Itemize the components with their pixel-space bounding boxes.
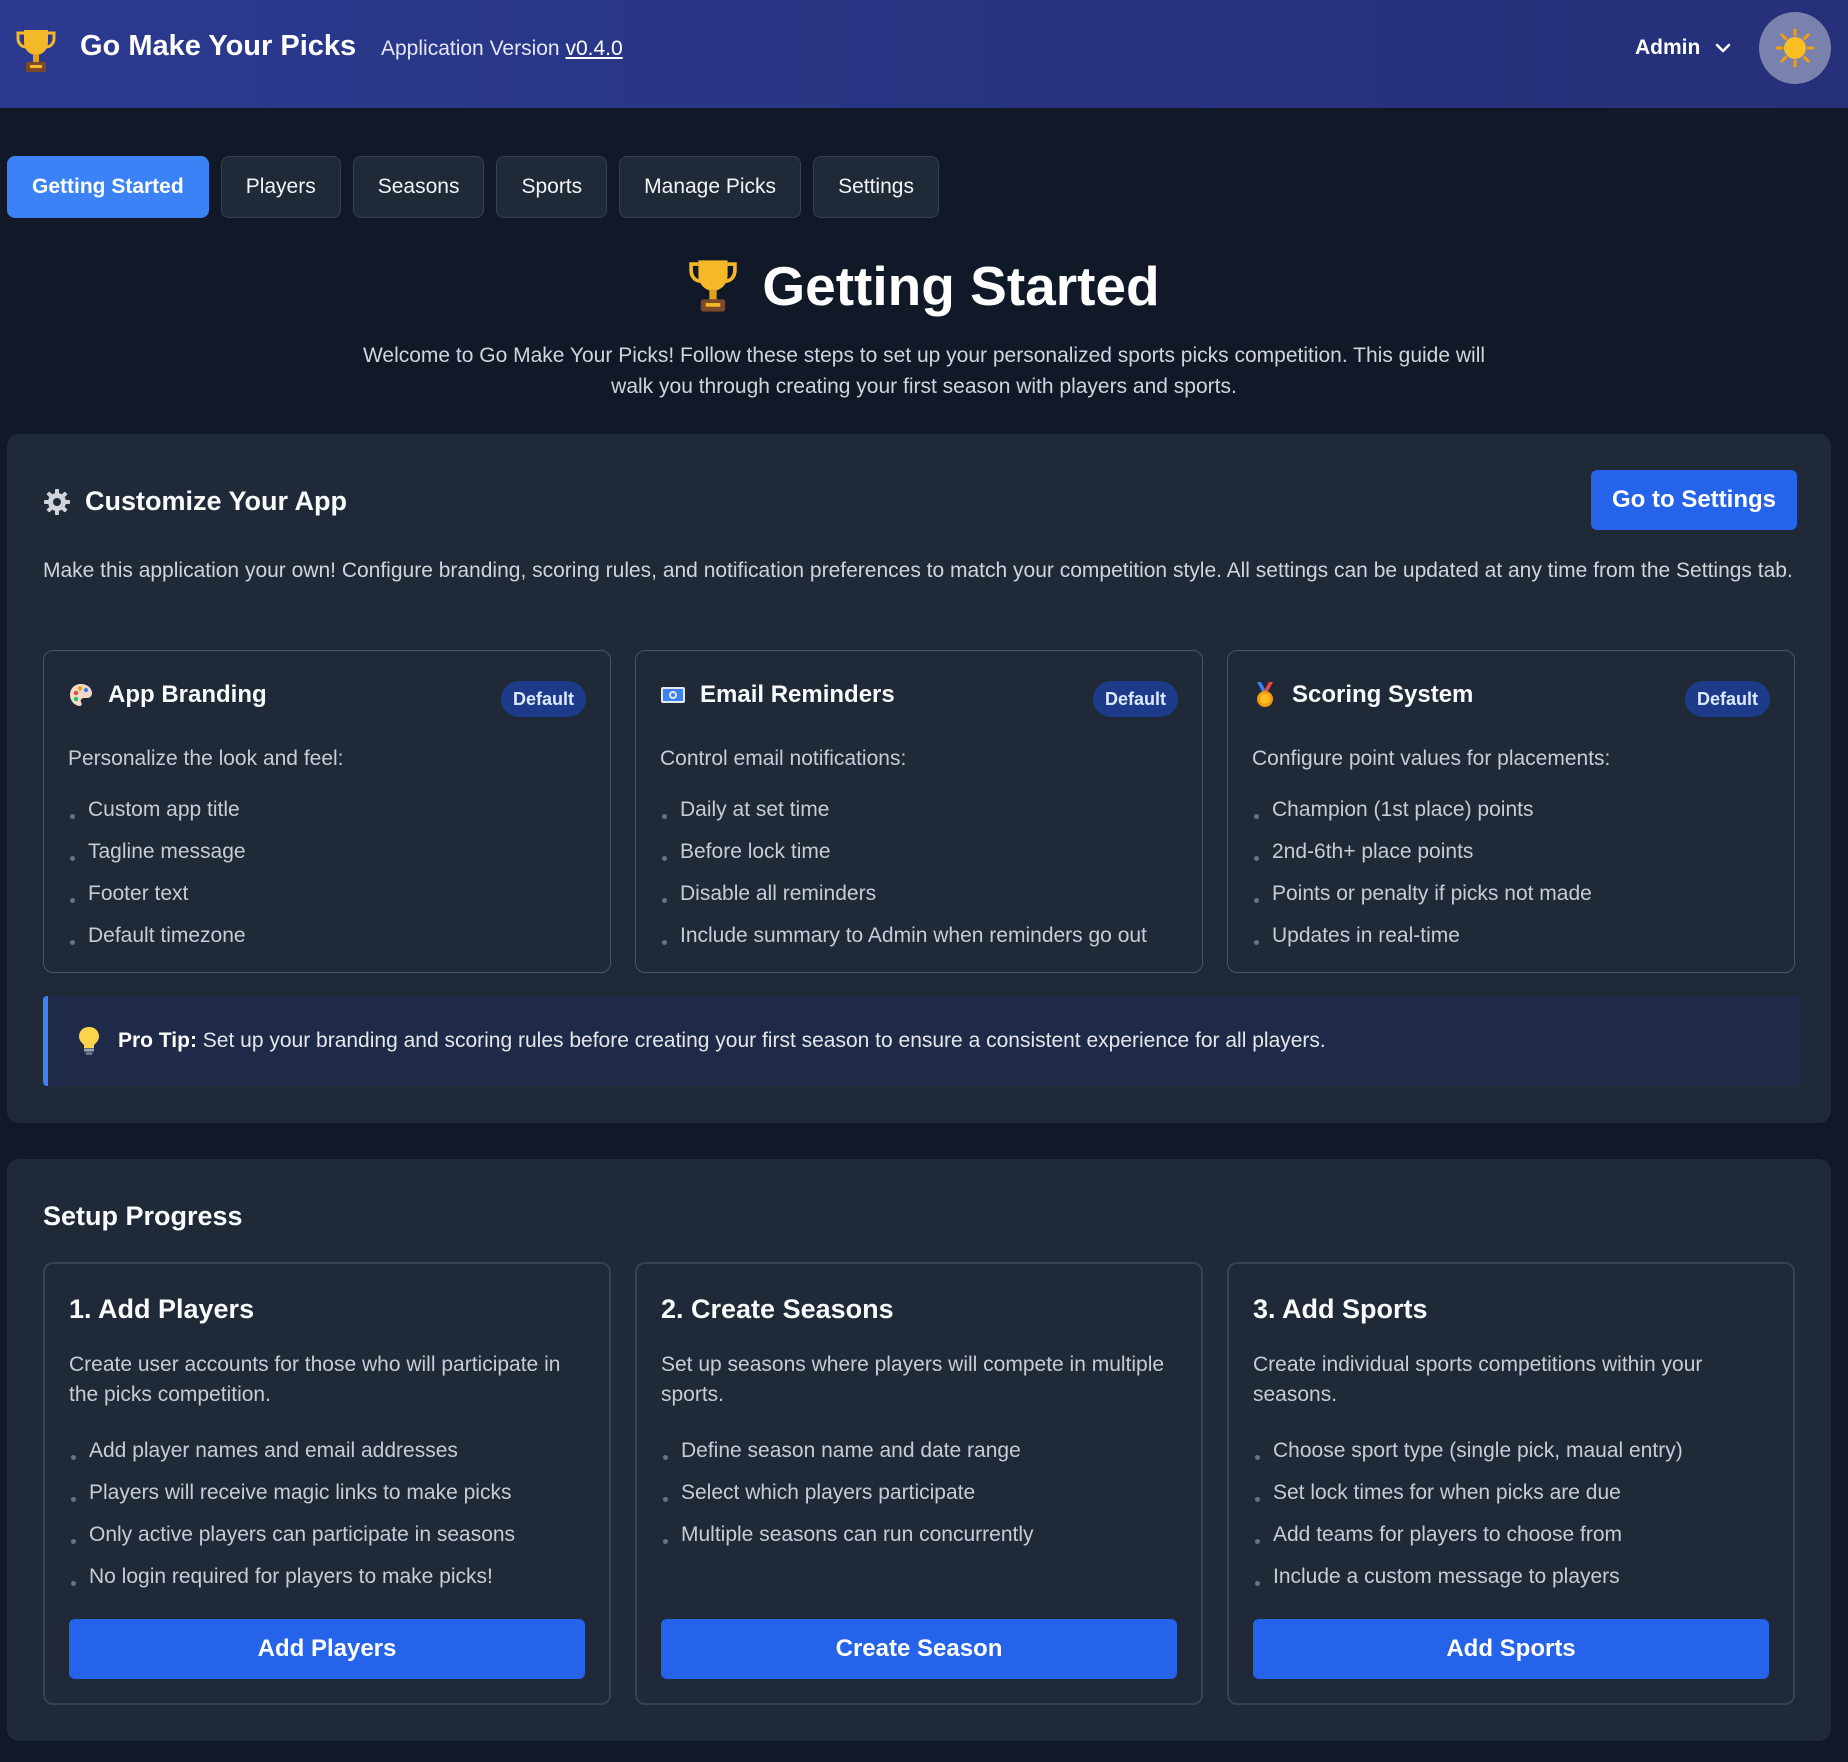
status-badge: Default [500, 681, 586, 717]
top-navigation-bar: Go Make Your Picks Application Version v… [0, 0, 1848, 108]
pro-tip-text: Pro Tip: Set up your branding and scorin… [118, 1029, 1326, 1053]
list-item: Disable all reminders [660, 873, 1147, 915]
step-add-players-card: 1. Add Players Create user accounts for … [43, 1262, 611, 1705]
list-item: Players will receive magic links to make… [69, 1472, 515, 1514]
step-add-sports-card: 3. Add Sports Create individual sports c… [1227, 1262, 1795, 1705]
card-lead: Configure point values for placements: [1252, 747, 1611, 770]
list-item: Points or penalty if picks not made [1252, 873, 1592, 915]
scoring-system-card: Scoring System Default Configure point v… [1227, 650, 1795, 973]
pro-tip-body: Set up your branding and scoring rules b… [202, 1029, 1326, 1052]
gear-icon [44, 488, 70, 515]
palette-icon [70, 684, 92, 706]
list-item: Only active players can participate in s… [69, 1514, 515, 1556]
step-title: 2. Create Seasons [661, 1294, 894, 1324]
tab-manage-picks[interactable]: Manage Picks [619, 156, 802, 218]
list-item: Daily at set time [660, 789, 1147, 831]
customize-app-panel: Customize Your App Go to Settings Make t… [7, 434, 1831, 1123]
feature-list: Custom app title Tagline message Footer … [68, 789, 246, 957]
card-title-text: App Branding [108, 681, 267, 708]
app-branding-card: App Branding Default Personalize the loo… [43, 650, 611, 973]
medal-icon [1257, 682, 1273, 707]
list-item: Tagline message [68, 831, 246, 873]
status-badge: Default [1684, 681, 1770, 717]
setup-progress-title: Setup Progress [43, 1201, 243, 1231]
card-title-text: Email Reminders [700, 681, 895, 708]
trophy-icon [689, 260, 738, 312]
list-item: Select which players participate [661, 1472, 1034, 1514]
pro-tip-label: Pro Tip: [118, 1029, 197, 1052]
card-title: Email Reminders [660, 681, 895, 709]
list-item: Include summary to Admin when reminders … [660, 915, 1147, 957]
page-heading: Getting Started [0, 254, 1848, 318]
email-icon [661, 687, 685, 703]
step-list: Define season name and date range Select… [661, 1430, 1034, 1556]
user-menu[interactable]: Admin [1635, 36, 1732, 60]
step-create-seasons-card: 2. Create Seasons Set up seasons where p… [635, 1262, 1203, 1705]
list-item: Set lock times for when picks are due [1253, 1472, 1683, 1514]
app-version: Application Version v0.4.0 [381, 37, 623, 61]
customize-title: Customize Your App [43, 486, 347, 517]
list-item: Add teams for players to choose from [1253, 1514, 1683, 1556]
customize-description: Make this application your own! Configur… [43, 559, 1793, 582]
app-title: Go Make Your Picks [80, 30, 357, 62]
step-list: Add player names and email addresses Pla… [69, 1430, 515, 1598]
customize-title-text: Customize Your App [85, 486, 348, 516]
step-title: 3. Add Sports [1253, 1294, 1428, 1324]
theme-toggle-button[interactable] [1759, 12, 1831, 84]
tab-sports[interactable]: Sports [496, 156, 608, 218]
setup-progress-panel: Setup Progress 1. Add Players Create use… [7, 1159, 1831, 1741]
list-item: Choose sport type (single pick, maual en… [1253, 1430, 1683, 1472]
feature-list: Champion (1st place) points 2nd-6th+ pla… [1252, 789, 1592, 957]
list-item: Define season name and date range [661, 1430, 1034, 1472]
page-intro: Welcome to Go Make Your Picks! Follow th… [362, 344, 1486, 398]
step-description: Set up seasons where players will compet… [661, 1353, 1165, 1406]
list-item: Custom app title [68, 789, 246, 831]
lightbulb-icon [79, 1027, 99, 1055]
sun-icon [1775, 28, 1815, 68]
card-title-text: Scoring System [1292, 681, 1474, 708]
list-item: Footer text [68, 873, 246, 915]
list-item: Updates in real-time [1252, 915, 1592, 957]
add-players-button[interactable]: Add Players [69, 1619, 585, 1679]
page-title: Getting Started [762, 255, 1160, 317]
card-lead: Personalize the look and feel: [68, 747, 344, 770]
email-reminders-card: Email Reminders Default Control email no… [635, 650, 1203, 973]
list-item: Default timezone [68, 915, 246, 957]
card-title: App Branding [68, 681, 267, 709]
chevron-down-icon [1716, 43, 1731, 53]
go-to-settings-button[interactable]: Go to Settings [1591, 470, 1797, 530]
list-item: Champion (1st place) points [1252, 789, 1592, 831]
user-menu-label: Admin [1635, 36, 1701, 59]
tab-seasons[interactable]: Seasons [352, 156, 485, 218]
trophy-icon [16, 30, 56, 72]
version-label: Application Version [381, 37, 560, 60]
step-description: Create user accounts for those who will … [69, 1353, 561, 1406]
card-title: Scoring System [1252, 681, 1473, 709]
main-tabs: Getting Started Players Seasons Sports M… [7, 156, 939, 218]
pro-tip-callout: Pro Tip: Set up your branding and scorin… [43, 996, 1801, 1086]
add-sports-button[interactable]: Add Sports [1253, 1619, 1769, 1679]
version-link[interactable]: v0.4.0 [565, 37, 622, 60]
tab-players[interactable]: Players [220, 156, 341, 218]
tab-settings[interactable]: Settings [813, 156, 939, 218]
feature-list: Daily at set time Before lock time Disab… [660, 789, 1147, 957]
tab-getting-started[interactable]: Getting Started [7, 156, 209, 218]
list-item: Include a custom message to players [1253, 1556, 1683, 1598]
list-item: No login required for players to make pi… [69, 1556, 515, 1598]
list-item: Add player names and email addresses [69, 1430, 515, 1472]
list-item: Before lock time [660, 831, 1147, 873]
status-badge: Default [1092, 681, 1178, 717]
step-list: Choose sport type (single pick, maual en… [1253, 1430, 1683, 1598]
list-item: 2nd-6th+ place points [1252, 831, 1592, 873]
step-description: Create individual sports competitions wi… [1253, 1353, 1703, 1406]
list-item: Multiple seasons can run concurrently [661, 1514, 1034, 1556]
card-lead: Control email notifications: [660, 747, 907, 770]
step-title: 1. Add Players [69, 1294, 255, 1324]
create-season-button[interactable]: Create Season [661, 1619, 1177, 1679]
